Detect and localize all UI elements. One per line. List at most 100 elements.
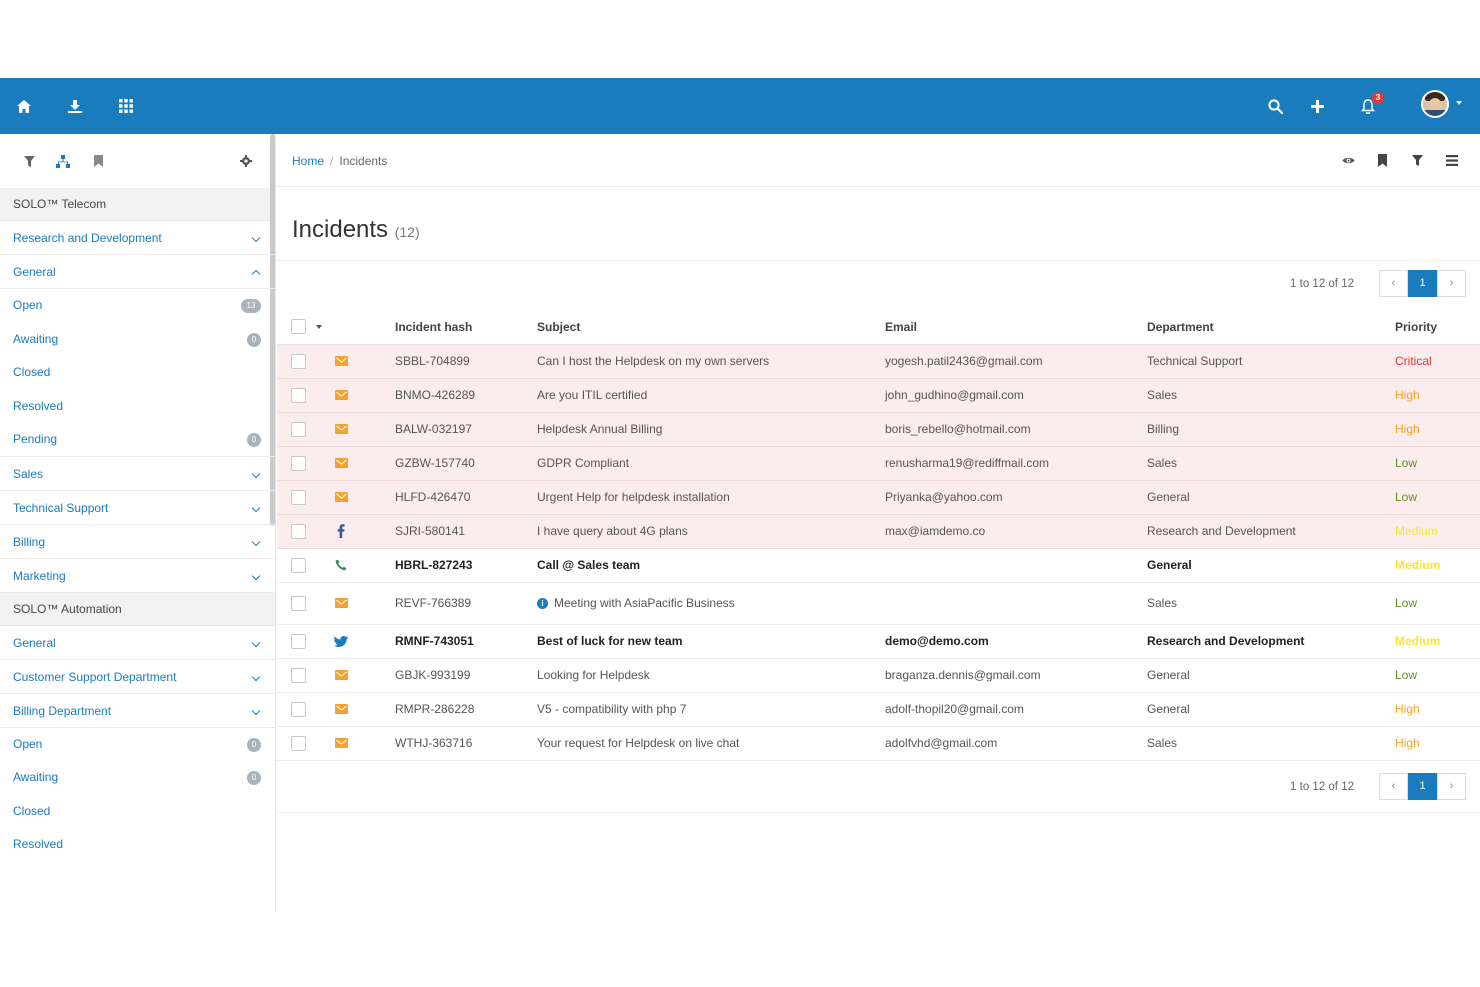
sidebar-subitem-open[interactable]: Open 13	[0, 289, 275, 323]
incident-hash[interactable]: SJRI-580141	[395, 514, 537, 549]
sidebar-subitem-open[interactable]: Open 0	[0, 728, 275, 762]
sidebar-item-billing[interactable]: Billing	[0, 525, 275, 559]
sidebar-subitem-resolved[interactable]: Resolved	[0, 828, 275, 862]
pagination-page-button[interactable]: 1	[1408, 773, 1437, 800]
incident-hash[interactable]: HLFD-426470	[395, 480, 537, 515]
priority-cell: Low	[1395, 582, 1480, 625]
incident-hash[interactable]: REVF-766389	[395, 582, 537, 625]
apps-grid-icon[interactable]	[116, 96, 136, 116]
count-badge: 0	[247, 737, 261, 752]
pagination-page-button[interactable]: 1	[1408, 270, 1437, 297]
incident-hash[interactable]: BALW-032197	[395, 412, 537, 447]
sidebar-subitem-closed[interactable]: Closed	[0, 795, 275, 829]
sidebar-item-sales[interactable]: Sales	[0, 457, 275, 491]
row-checkbox[interactable]	[291, 557, 306, 573]
sidebar-item-research-and-development[interactable]: Research and Development	[0, 221, 275, 255]
subject-cell[interactable]: Looking for Helpdesk	[537, 658, 885, 693]
row-checkbox[interactable]	[291, 421, 306, 437]
incident-hash[interactable]: WTHJ-363716	[395, 726, 537, 761]
table-row[interactable]: REVF-766389 i Meeting with AsiaPacific Bus…	[277, 582, 1480, 625]
sidebar-subitem-awaiting[interactable]: Awaiting 0	[0, 323, 275, 357]
download-icon[interactable]	[65, 96, 85, 116]
table-row[interactable]: HLFD-426470 Urgent Help for helpdesk inst…	[277, 480, 1480, 515]
sidebar-item-general[interactable]: General	[0, 255, 275, 289]
subject-cell[interactable]: Urgent Help for helpdesk installation	[537, 480, 885, 515]
table-row[interactable]: GZBW-157740 GDPR Compliant renusharma19@re…	[277, 446, 1480, 481]
sidebar-item-general[interactable]: General	[0, 626, 275, 660]
row-checkbox[interactable]	[291, 523, 306, 539]
subject-cell[interactable]: Best of luck for new team	[537, 624, 885, 659]
subject-text: Urgent Help for helpdesk installation	[537, 490, 730, 504]
row-checkbox[interactable]	[291, 667, 306, 683]
search-icon[interactable]	[1265, 96, 1285, 116]
pagination-prev-button[interactable]: ‹	[1379, 773, 1408, 800]
plus-icon[interactable]	[1307, 96, 1327, 116]
eye-icon[interactable]	[1340, 152, 1356, 168]
subject-cell[interactable]: Call @ Sales team	[537, 548, 885, 583]
incident-hash[interactable]: RMNF-743051	[395, 624, 537, 659]
pagination-next-button[interactable]: ›	[1437, 270, 1466, 297]
select-all-checkbox[interactable]	[291, 319, 306, 335]
menu-icon[interactable]	[1444, 152, 1460, 168]
breadcrumb-home-link[interactable]: Home	[292, 154, 324, 168]
row-checkbox[interactable]	[291, 353, 306, 369]
pagination-prev-button[interactable]: ‹	[1379, 270, 1408, 297]
filter-icon[interactable]	[1409, 152, 1425, 168]
table-row[interactable]: WTHJ-363716 Your request for Helpdesk on …	[277, 726, 1480, 761]
table-row[interactable]: SJRI-580141 I have query about 4G plans ma…	[277, 514, 1480, 549]
table-row[interactable]: SBBL-704899 Can I host the Helpdesk on my…	[277, 344, 1480, 379]
table-row[interactable]: HBRL-827243 Call @ Sales team General Mediu…	[277, 548, 1480, 583]
user-menu-caret-icon[interactable]	[1456, 101, 1462, 105]
column-header-subject[interactable]: Subject	[537, 310, 885, 345]
sidebar-item-customer-support-department[interactable]: Customer Support Department	[0, 660, 275, 694]
column-header-priority[interactable]: Priority	[1395, 310, 1480, 345]
sidebar-item-billing-department[interactable]: Billing Department	[0, 694, 275, 728]
table-row[interactable]: BALW-032197 Helpdesk Annual Billing boris_…	[277, 412, 1480, 447]
incident-hash[interactable]: HBRL-827243	[395, 548, 537, 583]
home-icon[interactable]	[14, 96, 34, 116]
incident-hash[interactable]: BNMO-426289	[395, 378, 537, 413]
incident-hash[interactable]: SBBL-704899	[395, 344, 537, 379]
subject-cell[interactable]: Helpdesk Annual Billing	[537, 412, 885, 447]
row-checkbox[interactable]	[291, 595, 306, 611]
sidebar-subitem-pending[interactable]: Pending 0	[0, 423, 275, 457]
sidebar-item-technical-support[interactable]: Technical Support	[0, 491, 275, 525]
subject-cell[interactable]: V5 - compatibility with php 7	[537, 692, 885, 727]
column-header-department[interactable]: Department	[1147, 310, 1395, 345]
column-header-email[interactable]: Email	[885, 310, 1147, 345]
user-avatar[interactable]	[1421, 90, 1449, 118]
subject-cell[interactable]: GDPR Compliant	[537, 446, 885, 481]
row-checkbox[interactable]	[291, 455, 306, 471]
table-row[interactable]: BNMO-426289 Are you ITIL certified john_gu…	[277, 378, 1480, 413]
column-header-hash[interactable]: Incident hash	[395, 310, 537, 345]
subject-cell[interactable]: Can I host the Helpdesk on my own server…	[537, 344, 885, 379]
table-row[interactable]: RMPR-286228 V5 - compatibility with php 7…	[277, 692, 1480, 727]
table-row[interactable]: RMNF-743051 Best of luck for new team demo…	[277, 624, 1480, 659]
row-checkbox[interactable]	[291, 387, 306, 403]
filter-icon[interactable]	[21, 153, 37, 169]
sidebar-subitem-resolved[interactable]: Resolved	[0, 390, 275, 424]
bell-icon[interactable]: 3	[1358, 92, 1384, 116]
bookmark-icon[interactable]	[90, 153, 106, 169]
caret-down-icon[interactable]	[316, 324, 322, 329]
department-cell: Sales	[1147, 378, 1395, 413]
row-checkbox[interactable]	[291, 489, 306, 505]
incident-hash[interactable]: GZBW-157740	[395, 446, 537, 481]
subject-cell[interactable]: I have query about 4G plans	[537, 514, 885, 549]
row-checkbox[interactable]	[291, 633, 306, 649]
sidebar-subitem-awaiting[interactable]: Awaiting 0	[0, 761, 275, 795]
incident-hash[interactable]: RMPR-286228	[395, 692, 537, 727]
gear-icon[interactable]	[238, 153, 254, 169]
sidebar-subitem-closed[interactable]: Closed	[0, 356, 275, 390]
row-checkbox[interactable]	[291, 701, 306, 717]
sidebar-item-marketing[interactable]: Marketing	[0, 559, 275, 593]
pagination-next-button[interactable]: ›	[1437, 773, 1466, 800]
subject-cell[interactable]: i Meeting with AsiaPacific Business	[537, 582, 885, 625]
subject-cell[interactable]: Your request for Helpdesk on live chat	[537, 726, 885, 761]
incident-hash[interactable]: GBJK-993199	[395, 658, 537, 693]
table-row[interactable]: GBJK-993199 Looking for Helpdesk braganza.…	[277, 658, 1480, 693]
hierarchy-icon[interactable]	[55, 153, 71, 169]
bookmark-icon[interactable]	[1374, 152, 1390, 168]
row-checkbox[interactable]	[291, 735, 306, 751]
subject-cell[interactable]: Are you ITIL certified	[537, 378, 885, 413]
